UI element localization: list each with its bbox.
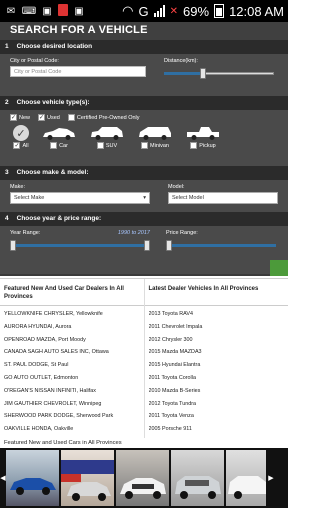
city-input[interactable]: City or Postal Code xyxy=(10,66,146,77)
featured-car-thumb[interactable] xyxy=(171,449,224,506)
latest-title: Latest Dealer Vehicles In All Provinces xyxy=(148,286,259,292)
battery-percent: 69% xyxy=(183,3,210,19)
clock: 12:08 AM xyxy=(229,3,284,19)
no-signal-icon: ✕ xyxy=(169,5,179,17)
section-make-body: Make: Select Make ▾ Model: Select Model xyxy=(0,180,288,212)
listings: Featured New And Used Car Dealers In All… xyxy=(0,278,288,438)
dealer-link[interactable]: GO AUTO OUTLET, Edmonton xyxy=(4,374,140,387)
year-min-handle[interactable] xyxy=(10,240,16,251)
vehicle-link[interactable]: 2011 Chevrolet Impala xyxy=(149,323,285,336)
dealer-link[interactable]: OAKVILLE HONDA, Oakville xyxy=(4,425,140,438)
price-range-label: Price Range: xyxy=(166,230,198,236)
dealers-title: Featured New And Used Car Dealers In All… xyxy=(4,286,124,300)
dealer-link[interactable]: SHERWOOD PARK DODGE, Sherwood Park xyxy=(4,412,140,425)
vehicle-suv[interactable]: SUV xyxy=(86,125,128,149)
vehicle-minivan[interactable]: Minivan xyxy=(134,125,176,149)
image-icon-2: ▣ xyxy=(74,5,84,17)
vehicle-link[interactable]: 2010 Mazda B-Series xyxy=(149,387,285,400)
dealer-link[interactable]: OPENROAD MAZDA, Port Moody xyxy=(4,336,140,349)
distance-slider-handle[interactable] xyxy=(200,68,207,79)
vehicle-pickup[interactable]: Pickup xyxy=(182,125,224,149)
battery-icon xyxy=(214,4,225,18)
section-number: 2 xyxy=(5,99,9,106)
section-price-body: Year Range: 1990 to 2017 Price Range: xyxy=(0,226,288,274)
image-icon: ▣ xyxy=(42,5,52,17)
year-range-value: 1990 to 2017 xyxy=(117,230,150,236)
featured-car-thumb[interactable] xyxy=(226,449,266,506)
dealer-link[interactable]: JIM GAUTHIER CHEVROLET, Winnipeg xyxy=(4,400,140,413)
vehicle-link[interactable]: 2012 Chrysler 300 xyxy=(149,336,285,349)
vehicle-link[interactable]: 2011 Toyota Corolla xyxy=(149,374,285,387)
featured-car-thumb[interactable] xyxy=(6,449,59,506)
model-select[interactable]: Select Model xyxy=(168,192,278,204)
vehicle-all[interactable]: ✓ ✓ All xyxy=(10,125,32,149)
section-title: Choose vehicle type(s): xyxy=(16,99,90,106)
year-range-label: Year Range: xyxy=(10,230,41,236)
featured-cars-carousel[interactable]: ◀ ▶ xyxy=(0,447,288,508)
minivan-icon xyxy=(139,127,171,140)
section-title: Choose year & price range: xyxy=(16,215,102,222)
vehicle-link[interactable]: 2013 Toyota RAV4 xyxy=(149,310,285,323)
certified-checkbox[interactable]: Certified Pre-Owned Only xyxy=(67,114,140,121)
vehicle-link[interactable]: 2012 Toyota Tundra xyxy=(149,400,285,413)
featured-car-thumb[interactable] xyxy=(61,449,114,506)
distance-label: Distance(km): xyxy=(164,58,198,64)
chevron-right-icon[interactable]: ▶ xyxy=(268,474,274,482)
year-max-handle[interactable] xyxy=(144,240,150,251)
dealer-link[interactable]: CANADA SAGH AUTO SALES INC, Ottawa xyxy=(4,348,140,361)
latest-column: Latest Dealer Vehicles In All Provinces … xyxy=(143,279,288,438)
new-checkbox[interactable]: ✓ New xyxy=(10,114,30,121)
chevron-down-icon: ▾ xyxy=(143,195,146,201)
distance-slider[interactable] xyxy=(164,68,274,79)
model-label: Model: xyxy=(168,184,185,190)
all-check-icon: ✓ xyxy=(13,125,29,141)
vehicle-link[interactable]: 2011 Toyota Venza xyxy=(149,412,285,425)
dealer-link[interactable]: AURORA HYUNDAI, Aurora xyxy=(4,323,140,336)
signal-icon xyxy=(153,5,165,17)
city-label: City or Postal Code: xyxy=(10,58,59,64)
vehicle-link[interactable]: 2015 Mazda MAZDA3 xyxy=(149,348,285,361)
featured-cars-title: Featured New and Used Cars in All Provin… xyxy=(4,439,122,446)
section-number: 1 xyxy=(5,43,9,50)
search-panel: SEARCH FOR A VEHICLE 1 Choose desired lo… xyxy=(0,22,288,276)
network-type: G xyxy=(138,3,149,19)
envelope-icon: ✉ xyxy=(6,5,16,17)
year-range-slider[interactable] xyxy=(10,240,150,251)
page-title: SEARCH FOR A VEHICLE xyxy=(0,22,288,40)
vehicle-link[interactable]: 2015 Hyundai Elantra xyxy=(149,361,285,374)
make-select[interactable]: Select Make ▾ xyxy=(10,192,150,204)
price-range-slider[interactable] xyxy=(166,240,276,251)
section-number: 3 xyxy=(5,169,9,176)
suv-icon xyxy=(91,127,123,140)
featured-car-thumb[interactable] xyxy=(116,449,169,506)
section-price-header: 4 Choose year & price range: xyxy=(0,212,288,226)
pickup-icon xyxy=(187,127,219,140)
section-title: Choose desired location xyxy=(16,43,93,50)
vehicle-car[interactable]: Car xyxy=(38,125,80,149)
dealer-link[interactable]: O'REGAN'S NISSAN INFINITI, Halifax xyxy=(4,387,140,400)
section-title: Choose make & model: xyxy=(16,169,89,176)
app-notification-icon xyxy=(58,4,68,16)
section-number: 4 xyxy=(5,215,9,222)
dealers-column: Featured New And Used Car Dealers In All… xyxy=(0,279,144,438)
vehicle-link[interactable]: 2005 Porsche 911 xyxy=(149,425,285,438)
section-make-header: 3 Choose make & model: xyxy=(0,166,288,180)
make-label: Make: xyxy=(10,184,25,190)
used-checkbox[interactable]: ✓ Used xyxy=(38,114,60,121)
section-type-body: ✓ New ✓ Used Certified Pre-Owned Only ✓ ✓ A… xyxy=(0,110,288,166)
notification-icons: ✉ ⌨ ▣ ▣ xyxy=(4,4,86,18)
section-location-header: 1 Choose desired location xyxy=(0,40,288,54)
section-location-body: City or Postal Code: City or Postal Code… xyxy=(0,54,288,96)
wifi-icon: ◠ xyxy=(122,3,134,18)
search-button[interactable] xyxy=(270,260,288,276)
dealer-link[interactable]: YELLOWKNIFE CHRYSLER, Yellowknife xyxy=(4,310,140,323)
keyboard-icon: ⌨ xyxy=(21,5,37,17)
car-icon xyxy=(43,128,75,140)
dealer-link[interactable]: ST. PAUL DODGE, St Paul xyxy=(4,361,140,374)
section-type-header: 2 Choose vehicle type(s): xyxy=(0,96,288,110)
price-min-handle[interactable] xyxy=(166,240,172,251)
status-bar: ✉ ⌨ ▣ ▣ ◠ G ✕ 69% 12:08 AM xyxy=(0,0,288,22)
